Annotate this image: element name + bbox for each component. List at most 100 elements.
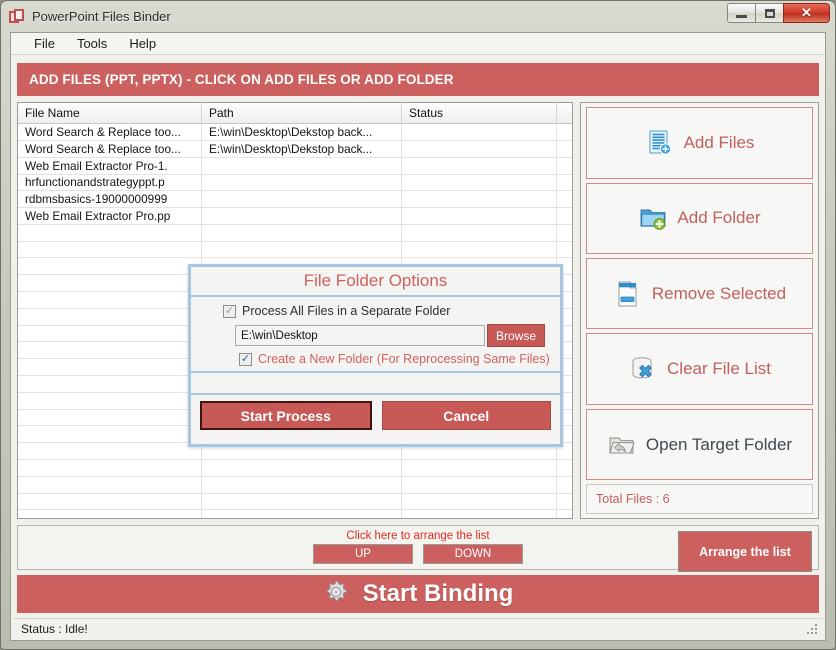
start-binding-button[interactable]: Start Binding bbox=[17, 574, 819, 614]
table-cell-empty bbox=[402, 493, 557, 510]
create-new-folder-checkbox[interactable]: ✓ bbox=[239, 352, 252, 366]
table-row-empty[interactable] bbox=[18, 460, 572, 477]
clear-file-list-button[interactable]: Clear File List bbox=[586, 333, 813, 405]
table-cell-path bbox=[202, 208, 402, 224]
table-cell-status bbox=[402, 124, 557, 140]
dialog-title: File Folder Options bbox=[303, 271, 448, 291]
column-header-status[interactable]: Status bbox=[402, 103, 557, 124]
column-header-extra[interactable] bbox=[557, 103, 572, 124]
table-cell-empty bbox=[18, 392, 202, 409]
table-cell-empty bbox=[18, 241, 202, 258]
add-files-button[interactable]: Add Files bbox=[586, 107, 813, 179]
table-cell-empty bbox=[18, 258, 202, 275]
table-cell-extra bbox=[557, 191, 572, 207]
remove-selected-button[interactable]: Remove Selected bbox=[586, 257, 813, 330]
move-up-button[interactable]: UP bbox=[313, 544, 413, 565]
minimize-button[interactable] bbox=[727, 3, 756, 23]
table-cell-empty bbox=[18, 493, 202, 510]
target-path-input[interactable] bbox=[235, 325, 485, 347]
table-cell-status bbox=[402, 157, 557, 174]
cancel-button[interactable]: Cancel bbox=[381, 401, 551, 431]
total-files-label: Total Files : 6 bbox=[586, 484, 813, 515]
table-cell-empty bbox=[18, 426, 202, 443]
dialog-spacer bbox=[191, 373, 560, 396]
table-row-empty[interactable] bbox=[18, 510, 572, 519]
add-files-icon bbox=[645, 128, 675, 158]
resize-grip[interactable] bbox=[806, 623, 819, 636]
table-cell-extra bbox=[557, 158, 572, 174]
table-cell-empty bbox=[402, 510, 557, 519]
table-cell-empty bbox=[202, 510, 402, 519]
open-target-folder-label: Open Target Folder bbox=[645, 434, 793, 454]
table-cell-extra bbox=[557, 208, 572, 224]
table-cell-empty bbox=[18, 224, 202, 241]
maximize-button[interactable] bbox=[755, 3, 784, 23]
status-text: Status : Idle! bbox=[21, 621, 88, 636]
open-target-folder-button[interactable]: Open Target Folder bbox=[586, 408, 813, 481]
table-cell-empty bbox=[18, 510, 202, 519]
arrange-hint-text: Click here to arrange the list bbox=[346, 530, 490, 543]
window-title: PowerPoint Files Binder bbox=[32, 9, 171, 24]
move-down-button[interactable]: DOWN bbox=[423, 544, 523, 565]
create-new-folder-label: Create a New Folder (For Reprocessing Sa… bbox=[258, 352, 550, 367]
menu-item-help[interactable]: Help bbox=[118, 33, 167, 54]
table-row[interactable]: Web Email Extractor Pro.pp bbox=[18, 208, 572, 225]
arrange-the-list-button[interactable]: Arrange the list bbox=[678, 531, 812, 573]
table-cell-extra bbox=[557, 141, 572, 157]
column-header-file-name[interactable]: File Name bbox=[18, 103, 202, 124]
add-folder-icon bbox=[638, 203, 668, 233]
table-cell-path bbox=[202, 174, 402, 191]
table-cell-path: E:\win\Desktop\Dekstop back... bbox=[202, 124, 402, 140]
dialog-title-bar: File Folder Options bbox=[191, 267, 560, 298]
table-row[interactable]: rdbmsbasics-19000000999 bbox=[18, 191, 572, 209]
close-button[interactable]: ✕ bbox=[783, 3, 830, 23]
table-cell-empty bbox=[402, 460, 557, 476]
clear-file-list-icon bbox=[628, 354, 658, 384]
menu-bar: File Tools Help bbox=[11, 33, 825, 56]
table-cell-empty bbox=[202, 476, 402, 493]
table-cell-empty bbox=[18, 342, 202, 359]
add-files-label: Add Files bbox=[683, 132, 755, 152]
table-cell-empty bbox=[18, 325, 202, 342]
window-controls: ✕ bbox=[727, 3, 830, 23]
table-row-empty[interactable] bbox=[18, 476, 572, 494]
table-cell-status bbox=[402, 191, 557, 208]
separate-folder-checkbox[interactable]: ✓ bbox=[223, 304, 236, 318]
table-cell-empty bbox=[18, 275, 202, 292]
table-cell-status bbox=[402, 174, 557, 191]
table-row[interactable]: Word Search & Replace too... E:\win\Deskt… bbox=[18, 140, 572, 158]
dialog-actions: Start Process Cancel bbox=[191, 395, 560, 431]
table-row-empty[interactable] bbox=[18, 224, 572, 242]
table-row-empty[interactable] bbox=[18, 241, 572, 259]
instruction-banner: ADD FILES (PPT, PPTX) - CLICK ON ADD FIL… bbox=[17, 63, 819, 97]
start-process-button[interactable]: Start Process bbox=[200, 401, 372, 431]
table-cell-empty bbox=[202, 224, 402, 241]
menu-item-file[interactable]: File bbox=[23, 33, 66, 54]
browse-button[interactable]: Browse bbox=[487, 324, 545, 348]
table-cell-path bbox=[202, 157, 402, 174]
column-header-path[interactable]: Path bbox=[202, 103, 402, 124]
status-bar: Status : Idle! bbox=[13, 618, 823, 638]
table-row[interactable]: Word Search & Replace too... E:\win\Deskt… bbox=[18, 124, 572, 141]
table-row[interactable]: hrfunctionandstrategyppt.p bbox=[18, 174, 572, 192]
title-bar: PowerPoint Files Binder ✕ bbox=[1, 1, 835, 32]
arrange-strip: Click here to arrange the list UP DOWN A… bbox=[17, 525, 819, 573]
table-cell-empty bbox=[18, 443, 202, 460]
table-cell-empty bbox=[18, 460, 202, 476]
table-row-empty[interactable] bbox=[18, 493, 572, 511]
client-area: File Tools Help ADD FILES (PPT, PPTX) - … bbox=[10, 32, 826, 641]
remove-selected-icon bbox=[613, 279, 643, 309]
gear-icon bbox=[323, 579, 353, 609]
table-cell-empty bbox=[18, 376, 202, 392]
table-cell-empty bbox=[202, 241, 402, 258]
table-cell-name: rdbmsbasics-19000000999 bbox=[18, 191, 202, 208]
file-folder-options-dialog: File Folder Options ✓ Process All Files … bbox=[188, 264, 563, 448]
add-folder-button[interactable]: Add Folder bbox=[586, 182, 813, 254]
table-row[interactable]: Web Email Extractor Pro-1. bbox=[18, 157, 572, 175]
clear-file-list-label: Clear File List bbox=[667, 359, 771, 379]
menu-item-tools[interactable]: Tools bbox=[66, 33, 118, 54]
up-down-group: UP DOWN bbox=[313, 544, 523, 565]
table-cell-name: Word Search & Replace too... bbox=[18, 124, 202, 140]
separate-folder-row: ✓ Process All Files in a Separate Folder bbox=[201, 304, 550, 318]
table-cell-status bbox=[402, 140, 557, 157]
